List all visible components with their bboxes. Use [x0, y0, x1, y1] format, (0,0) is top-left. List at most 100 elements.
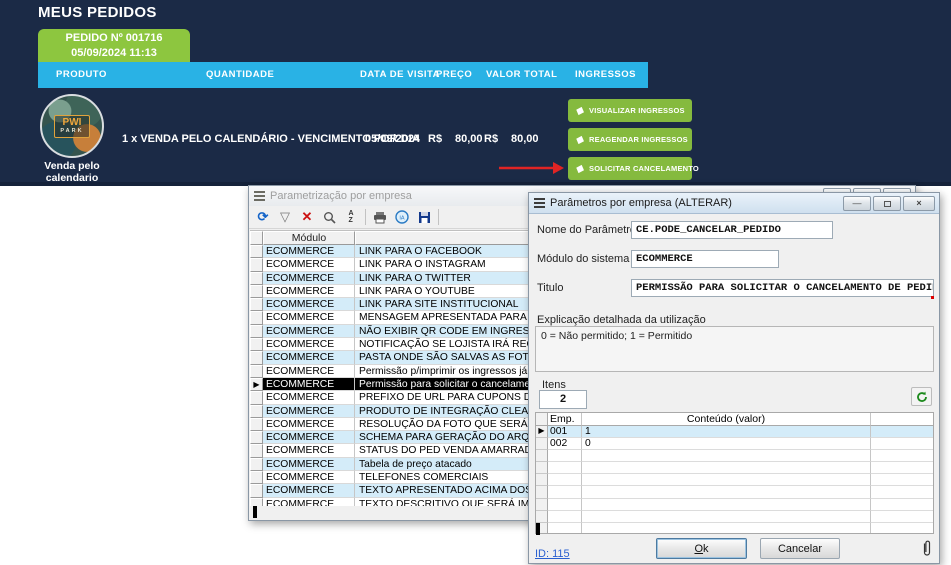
row-selector[interactable] — [250, 298, 263, 311]
modulo-cell[interactable]: ECOMMERCE — [263, 365, 355, 378]
modulo-cell[interactable]: ECOMMERCE — [263, 431, 355, 444]
modulo-cell[interactable]: ECOMMERCE — [263, 391, 355, 404]
visualizar-ingressos-button[interactable]: VISUALIZAR INGRESSOS — [568, 99, 692, 122]
ok-button[interactable]: Ok — [656, 538, 747, 559]
row-selector[interactable] — [250, 458, 263, 471]
emp-cell[interactable]: 002 — [548, 438, 582, 450]
emp-cell[interactable] — [548, 499, 582, 511]
modulo-cell[interactable]: ECOMMERCE — [263, 351, 355, 364]
empresa-row[interactable] — [536, 462, 933, 474]
row-selector[interactable] — [250, 245, 263, 258]
minimize-button[interactable]: — — [843, 196, 871, 211]
modulo-cell[interactable]: ECOMMERCE — [263, 298, 355, 311]
valor-cell[interactable]: 0 — [582, 438, 871, 450]
module-input[interactable]: ECOMMERCE — [631, 250, 779, 268]
row-selector[interactable]: ▶ — [250, 378, 263, 391]
refresh-icon[interactable]: ⟳ — [255, 209, 271, 225]
reagendar-ingressos-button[interactable]: REAGENDAR INGRESSOS — [568, 128, 692, 151]
modulo-cell[interactable]: ECOMMERCE — [263, 338, 355, 351]
valor-cell[interactable] — [582, 499, 871, 511]
row-selector[interactable] — [536, 450, 548, 462]
row-selector[interactable] — [536, 462, 548, 474]
modulo-cell[interactable]: ECOMMERCE — [263, 471, 355, 484]
empresa-row[interactable] — [536, 511, 933, 523]
row-selector[interactable] — [250, 258, 263, 271]
save-icon[interactable] — [416, 209, 432, 225]
row-selector[interactable] — [250, 444, 263, 457]
row-selector[interactable] — [250, 325, 263, 338]
row-selector[interactable] — [250, 431, 263, 444]
modulo-cell[interactable]: ECOMMERCE — [263, 325, 355, 338]
row-selector[interactable] — [250, 285, 263, 298]
row-selector[interactable] — [250, 338, 263, 351]
modulo-cell[interactable]: ECOMMERCE — [263, 498, 355, 506]
modulo-cell[interactable]: ECOMMERCE — [263, 245, 355, 258]
modulo-cell[interactable]: ECOMMERCE — [263, 458, 355, 471]
modulo-cell[interactable]: ECOMMERCE — [263, 484, 355, 497]
modulo-cell[interactable]: ECOMMERCE — [263, 258, 355, 271]
emp-cell[interactable] — [548, 511, 582, 523]
close-button[interactable]: × — [903, 196, 935, 211]
emp-cell[interactable] — [548, 450, 582, 462]
paperclip-icon[interactable] — [922, 540, 932, 562]
row-selector[interactable] — [250, 272, 263, 285]
zoom-icon[interactable] — [321, 209, 337, 225]
title-input[interactable]: PERMISSÃO PARA SOLICITAR O CANCELAMENTO … — [631, 279, 934, 297]
maximize-button[interactable] — [873, 196, 901, 211]
valor-cell[interactable] — [582, 462, 871, 474]
row-selector[interactable] — [250, 311, 263, 324]
emp-cell[interactable] — [548, 462, 582, 474]
empresa-row[interactable]: 0020 — [536, 438, 933, 450]
record-id-link[interactable]: ID: 115 — [535, 548, 570, 560]
row-selector[interactable] — [250, 418, 263, 431]
valor-cell[interactable] — [582, 511, 871, 523]
valor-cell[interactable] — [582, 450, 871, 462]
empresa-row[interactable]: ▶0011 — [536, 426, 933, 438]
ia-badge-icon[interactable]: IA — [394, 209, 410, 225]
valor-cell[interactable] — [582, 486, 871, 498]
modulo-cell[interactable]: ECOMMERCE — [263, 444, 355, 457]
row-selector[interactable]: ▶ — [536, 426, 548, 438]
modulo-cell[interactable]: ECOMMERCE — [263, 285, 355, 298]
empresa-row[interactable] — [536, 450, 933, 462]
emp-cell[interactable] — [548, 486, 582, 498]
row-selector[interactable] — [250, 484, 263, 497]
reload-items-button[interactable] — [911, 387, 932, 406]
row-selector[interactable] — [250, 351, 263, 364]
modulo-cell[interactable]: ECOMMERCE — [263, 311, 355, 324]
modulo-cell[interactable]: ECOMMERCE — [263, 418, 355, 431]
row-selector[interactable] — [250, 405, 263, 418]
row-selector[interactable] — [250, 498, 263, 506]
emp-cell[interactable] — [548, 523, 582, 534]
solicitar-cancelamento-button[interactable]: SOLICITAR CANCELAMENTO — [568, 157, 692, 180]
modulo-cell[interactable]: ECOMMERCE — [263, 405, 355, 418]
cancel-button[interactable]: Cancelar — [760, 538, 840, 559]
row-selector[interactable] — [250, 391, 263, 404]
valor-cell[interactable] — [582, 523, 871, 534]
empresa-row[interactable] — [536, 486, 933, 498]
clear-filter-icon[interactable]: ✕ — [299, 209, 315, 225]
modulo-cell[interactable]: ECOMMERCE — [263, 272, 355, 285]
row-selector[interactable] — [250, 365, 263, 378]
emp-cell[interactable] — [548, 474, 582, 486]
explanation-textarea[interactable]: 0 = Não permitido; 1 = Permitido — [535, 326, 934, 372]
empresa-row[interactable] — [536, 523, 933, 534]
filter-icon[interactable]: ▽ — [277, 209, 293, 225]
row-selector[interactable] — [536, 474, 548, 486]
row-selector[interactable] — [536, 511, 548, 523]
row-selector[interactable] — [536, 499, 548, 511]
row-selector[interactable] — [536, 486, 548, 498]
menu-icon[interactable] — [534, 196, 545, 210]
empresa-row[interactable] — [536, 474, 933, 486]
modulo-cell[interactable]: ECOMMERCE — [263, 378, 355, 391]
print-icon[interactable] — [372, 209, 388, 225]
sort-az-icon[interactable]: AZ — [343, 209, 359, 225]
name-input[interactable]: CE.PODE_CANCELAR_PEDIDO — [631, 221, 833, 239]
row-selector[interactable] — [536, 438, 548, 450]
row-selector[interactable] — [250, 471, 263, 484]
emp-cell[interactable]: 001 — [548, 426, 582, 438]
empresa-row[interactable] — [536, 499, 933, 511]
menu-icon[interactable] — [254, 189, 265, 203]
valor-cell[interactable] — [582, 474, 871, 486]
valor-cell[interactable]: 1 — [582, 426, 871, 438]
